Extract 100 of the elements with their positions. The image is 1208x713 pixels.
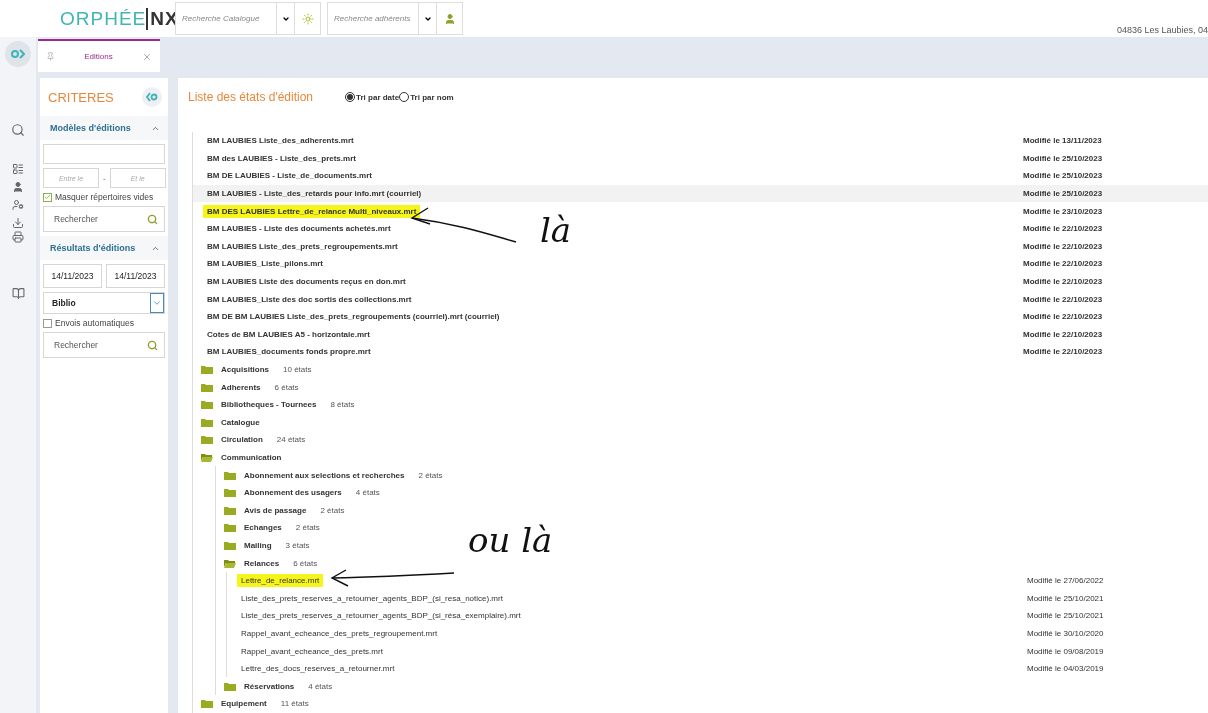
modified-date: Modifié le 25/10/2021	[1027, 611, 1104, 621]
file-name[interactable]: BM LAUBIES - Liste_des_retards pour info.mrt (courriel)	[203, 187, 426, 201]
file-name[interactable]: BM LAUBIES_Liste_pilons.mrt	[203, 257, 327, 271]
modified-date: Modifié le 30/10/2020	[1027, 628, 1104, 638]
folder-icon[interactable]	[224, 488, 236, 498]
modified-date: Modifié le 22/10/2023	[1023, 312, 1103, 322]
modified-date: Modifié le 25/10/2023	[1023, 153, 1103, 163]
search-icon[interactable]	[147, 213, 158, 225]
file-name[interactable]: Rappel_avant_echeance_des_prets.mrt	[237, 644, 387, 658]
modified-date: Modifié le 25/10/2023	[1023, 171, 1103, 181]
folder-icon[interactable]	[224, 523, 236, 533]
file-name[interactable]: BM LAUBIES Liste des documents reçus en don.mrt	[203, 275, 410, 289]
folder-name[interactable]: Abonnement des usagers	[244, 488, 342, 498]
modified-date: Modifié le 23/10/2023	[1023, 206, 1103, 216]
folder-icon[interactable]	[224, 540, 236, 550]
expand-menu-button[interactable]	[5, 41, 31, 67]
modified-date: Modifié le 04/03/2019	[1027, 664, 1104, 674]
search-field[interactable]: Rechercher	[43, 206, 165, 232]
folder-icon[interactable]	[201, 382, 213, 392]
caret-icon	[152, 298, 162, 308]
folder-icon[interactable]	[201, 400, 213, 410]
folder-name[interactable]: Communication	[221, 453, 282, 462]
file-name[interactable]: Cotes de BM LAUBIES A5 - horizontale.mrt	[203, 327, 374, 341]
open-folder-icon[interactable]	[201, 453, 213, 462]
folder-name[interactable]: Réservations	[244, 681, 295, 691]
library-select[interactable]: Biblio	[52, 298, 76, 308]
open-folder-icon[interactable]	[224, 558, 236, 568]
folder-name[interactable]: Acquisitions	[221, 365, 269, 374]
file-name[interactable]: Lettre_de_relance.mrt	[237, 574, 324, 588]
download-icon[interactable]	[12, 217, 24, 229]
user-icon[interactable]	[12, 181, 24, 193]
search-field[interactable]: Recherche adhérents	[327, 2, 463, 35]
file-name[interactable]: Liste_des_prets_reserves_a_retourner_agents_BDP_(si_résa_exemplaire).mrt	[237, 609, 525, 623]
list-icon[interactable]	[12, 163, 24, 175]
folder-name[interactable]: Bibliotheques - Tournees	[221, 400, 317, 410]
folder-name[interactable]: Equipement	[221, 699, 267, 709]
file-name[interactable]: BM DES LAUBIES Lettre_de_relance Multi_niveaux.mrt	[203, 204, 421, 218]
chevron-icon	[11, 48, 25, 60]
folder-name[interactable]: Abonnement aux selections et recherches	[244, 470, 405, 480]
search-field[interactable]: Recherche Catalogue	[175, 2, 321, 35]
state-count: 4 états	[308, 681, 333, 691]
modified-date: Modifié le 22/10/2023	[1023, 259, 1103, 269]
folder-name[interactable]: Relances	[244, 558, 280, 568]
file-name[interactable]: BM DE BM LAUBIES Liste_des_prets_regroupements (courriel).mrt (courriel)	[203, 310, 504, 324]
printer-icon[interactable]	[12, 231, 24, 243]
dropdown-button[interactable]	[150, 293, 164, 313]
checkbox[interactable]	[43, 318, 52, 328]
search-icon[interactable]	[11, 123, 25, 137]
file-name[interactable]: BM des LAUBIES - Liste_des_prets.mrt	[203, 151, 360, 165]
folder-icon[interactable]	[224, 505, 236, 515]
modified-date: Modifié le 22/10/2023	[1023, 241, 1103, 251]
file-name[interactable]: BM LAUBIES Liste_des_prets_regroupements.mrt	[203, 239, 402, 253]
modified-date: Modifié le 27/06/2022	[1027, 576, 1104, 586]
folder-name[interactable]: Adherents	[221, 382, 261, 392]
file-name[interactable]: BM LAUBIES Liste_des_adherents.mrt	[203, 134, 358, 148]
search-icon[interactable]	[147, 339, 158, 351]
sort-radio[interactable]: Tri par date	[345, 92, 400, 102]
modified-date: Modifié le 22/10/2023	[1023, 224, 1103, 234]
folder-icon[interactable]	[224, 470, 236, 480]
folder-name[interactable]: Circulation	[221, 435, 263, 445]
folder-icon[interactable]	[224, 681, 236, 691]
book-icon[interactable]	[11, 287, 25, 300]
checkbox-label: Masquer répertoires vides	[55, 192, 154, 202]
chevron-icon	[146, 92, 158, 102]
editions-tab[interactable]: Editions	[38, 39, 160, 72]
file-name[interactable]: Liste_des_prets_reserves_a_retourner_agents_BDP_(si_resa_notice).mrt	[237, 591, 507, 605]
handwritten-note: ou là	[468, 520, 553, 560]
modified-date: Modifié le 22/10/2023	[1023, 277, 1103, 287]
close-icon[interactable]	[142, 51, 152, 62]
state-count: 2 états	[320, 505, 345, 515]
modified-date: Modifié le 22/10/2023	[1023, 294, 1103, 304]
pin-icon	[46, 52, 55, 61]
file-name[interactable]: BM LAUBIES - Liste des documents achetés.mrt	[203, 222, 395, 236]
search-field[interactable]: Rechercher	[43, 332, 165, 358]
end-date-field[interactable]: 14/11/2023	[106, 264, 165, 288]
folder-name[interactable]: Catalogue	[221, 417, 260, 427]
folder-name[interactable]: Echanges	[244, 523, 282, 533]
sort-radio[interactable]: Tri par nom	[399, 92, 454, 102]
file-name[interactable]: Lettre_des_docs_reserves_a_retourner.mrt	[237, 662, 399, 676]
panel-title: CRITERES	[48, 89, 114, 105]
user-settings-icon[interactable]	[12, 199, 24, 211]
collapse-button[interactable]	[142, 87, 162, 107]
folder-icon[interactable]	[201, 417, 213, 427]
start-date-field[interactable]: 14/11/2023	[43, 264, 102, 288]
folder-name[interactable]: Mailing	[244, 540, 272, 550]
checkbox-label: Envois automatiques	[55, 318, 134, 328]
folder-icon[interactable]	[201, 699, 213, 709]
file-name[interactable]: Rappel_avant_echeance_des_prets_regroupement.mrt	[237, 626, 442, 640]
list-title: Liste des états d'édition	[188, 90, 314, 104]
folder-name[interactable]: Avis de passage	[244, 505, 307, 515]
file-name[interactable]: BM DE LAUBIES - Liste_de_documents.mrt	[203, 169, 376, 183]
modified-date: Modifié le 22/10/2023	[1023, 347, 1103, 357]
checkbox[interactable]	[43, 192, 52, 202]
folder-icon[interactable]	[201, 365, 213, 374]
file-name[interactable]: BM LAUBIES_documents fonds propre.mrt	[203, 345, 375, 359]
section-title: Résultats d'éditions	[50, 243, 136, 253]
input-field[interactable]	[43, 144, 165, 164]
file-name[interactable]: BM LAUBIES_Liste des doc sortis des collections.mrt	[203, 292, 416, 306]
state-count: 2 états	[295, 523, 320, 533]
folder-icon[interactable]	[201, 435, 213, 445]
